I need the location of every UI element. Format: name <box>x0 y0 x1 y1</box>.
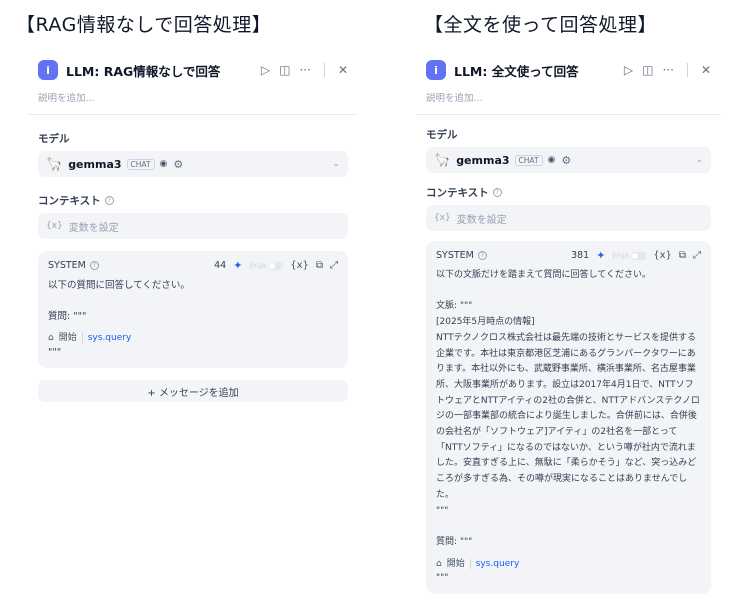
var-start-label: 開始 <box>446 558 465 569</box>
info-circle-icon: i <box>38 60 58 80</box>
variable-x-icon[interactable]: {x} <box>653 250 672 261</box>
close-icon[interactable]: ✕ <box>701 63 711 77</box>
context-label: コンテキスト? <box>28 193 358 208</box>
panel-header: i LLM: 全文使って回答 ▷ ◫ ··· ✕ <box>416 52 721 88</box>
help-icon: ? <box>89 261 99 270</box>
llama-icon: 🦙 <box>46 156 63 172</box>
help-icon: ? <box>477 251 487 260</box>
model-label: モデル <box>38 133 70 145</box>
expand-icon[interactable]: ⤢ <box>330 260 338 271</box>
more-horizontal-icon[interactable]: ··· <box>662 63 673 77</box>
home-icon: ⌂ <box>436 558 442 569</box>
var-start-label: 開始 <box>58 332 77 343</box>
llm-node-panel-left: i LLM: RAG情報なしで回答 ▷ ◫ ··· ✕ 説明を追加... モデル… <box>28 52 358 402</box>
panel-header: i LLM: RAG情報なしで回答 ▷ ◫ ··· ✕ <box>28 52 358 88</box>
system-prompt-text[interactable]: 以下の文脈だけを踏まえて質問に回答してください。 文脈: """ [2025年5… <box>436 268 701 551</box>
sliders-icon[interactable]: ⚙ <box>561 154 571 167</box>
divider <box>686 63 688 77</box>
context-placeholder: 変数を設定 <box>456 214 507 226</box>
close-icon[interactable]: ✕ <box>338 63 348 77</box>
system-prompt-box[interactable]: SYSTEM? 381 ✦ Jinja {x} ⧉ ⤢ 以下の文脈だけを踏まえて… <box>426 241 711 595</box>
chat-tag: CHAT <box>514 154 543 166</box>
split-view-icon[interactable]: ◫ <box>279 63 290 77</box>
info-circle-icon: i <box>426 60 446 80</box>
llm-node-panel-right: i LLM: 全文使って回答 ▷ ◫ ··· ✕ 説明を追加... モデル 🦙 … <box>416 52 721 595</box>
caption-left: 【RAG情報なしで回答処理】 <box>16 14 272 36</box>
play-icon[interactable]: ▷ <box>624 63 633 77</box>
context-variable-input[interactable]: {x} 変数を設定 <box>426 205 711 231</box>
variable-x-icon[interactable]: {x} <box>290 260 309 271</box>
copy-icon[interactable]: ⧉ <box>679 250 686 261</box>
var-query: sys.query <box>87 332 132 343</box>
help-icon: ? <box>104 196 114 205</box>
model-selector[interactable]: 🦙 gemma3 CHAT ◉ ⚙ ⌄ <box>38 151 348 177</box>
token-count: 381 <box>571 250 590 261</box>
model-name: gemma3 <box>68 157 122 171</box>
panel-title: LLM: RAG情報なしで回答 <box>66 63 221 79</box>
caption-right: 【全文を使って回答処理】 <box>424 14 658 36</box>
model-name: gemma3 <box>456 153 510 167</box>
sliders-icon[interactable]: ⚙ <box>173 158 183 171</box>
variable-reference: ⌂ 開始 sys.query <box>436 557 519 571</box>
var-query: sys.query <box>475 558 520 569</box>
play-icon[interactable]: ▷ <box>261 63 270 77</box>
add-message-button[interactable]: + メッセージを追加 <box>38 380 348 402</box>
split-view-icon[interactable]: ◫ <box>642 63 653 77</box>
eye-icon: ◉ <box>159 159 168 169</box>
system-label: SYSTEM <box>436 250 474 261</box>
context-placeholder: 変数を設定 <box>68 222 119 234</box>
panel-title: LLM: 全文使って回答 <box>454 63 579 79</box>
chevron-down-icon[interactable]: ⌄ <box>695 155 703 165</box>
variable-x-icon: {x} <box>46 221 63 231</box>
system-prompt-box[interactable]: SYSTEM? 44 ✦ Jinja {x} ⧉ ⤢ 以下の質問に回答してくださ… <box>38 251 348 368</box>
expand-icon[interactable]: ⤢ <box>693 250 701 261</box>
jinja-toggle[interactable]: Jinja <box>612 251 647 260</box>
description-input[interactable]: 説明を追加... <box>28 88 358 115</box>
context-variable-input[interactable]: {x} 変数を設定 <box>38 213 348 239</box>
help-icon: ? <box>492 188 502 197</box>
variable-x-icon: {x} <box>434 213 451 223</box>
system-prompt-text-end: """ <box>48 346 62 358</box>
model-label: モデル <box>426 129 458 141</box>
sparkle-icon[interactable]: ✦ <box>233 259 242 272</box>
system-prompt-text-end: """ <box>436 572 449 583</box>
variable-reference: ⌂ 開始 sys.query <box>48 331 131 345</box>
chat-tag: CHAT <box>126 158 155 170</box>
model-selector[interactable]: 🦙 gemma3 CHAT ◉ ⚙ ⌄ <box>426 147 711 173</box>
chevron-down-icon[interactable]: ⌄ <box>332 159 340 169</box>
home-icon: ⌂ <box>48 332 54 343</box>
divider <box>323 63 325 77</box>
system-label: SYSTEM <box>48 260 86 271</box>
copy-icon[interactable]: ⧉ <box>316 260 323 271</box>
token-count: 44 <box>214 260 227 271</box>
description-input[interactable]: 説明を追加... <box>416 88 721 115</box>
system-prompt-text[interactable]: 以下の質問に回答してください。 質問: """ <box>48 278 338 325</box>
jinja-toggle[interactable]: Jinja <box>249 261 284 270</box>
more-horizontal-icon[interactable]: ··· <box>299 63 310 77</box>
llama-icon: 🦙 <box>434 152 451 168</box>
context-label: コンテキスト? <box>416 185 721 200</box>
sparkle-icon[interactable]: ✦ <box>596 249 605 262</box>
eye-icon: ◉ <box>547 155 556 165</box>
